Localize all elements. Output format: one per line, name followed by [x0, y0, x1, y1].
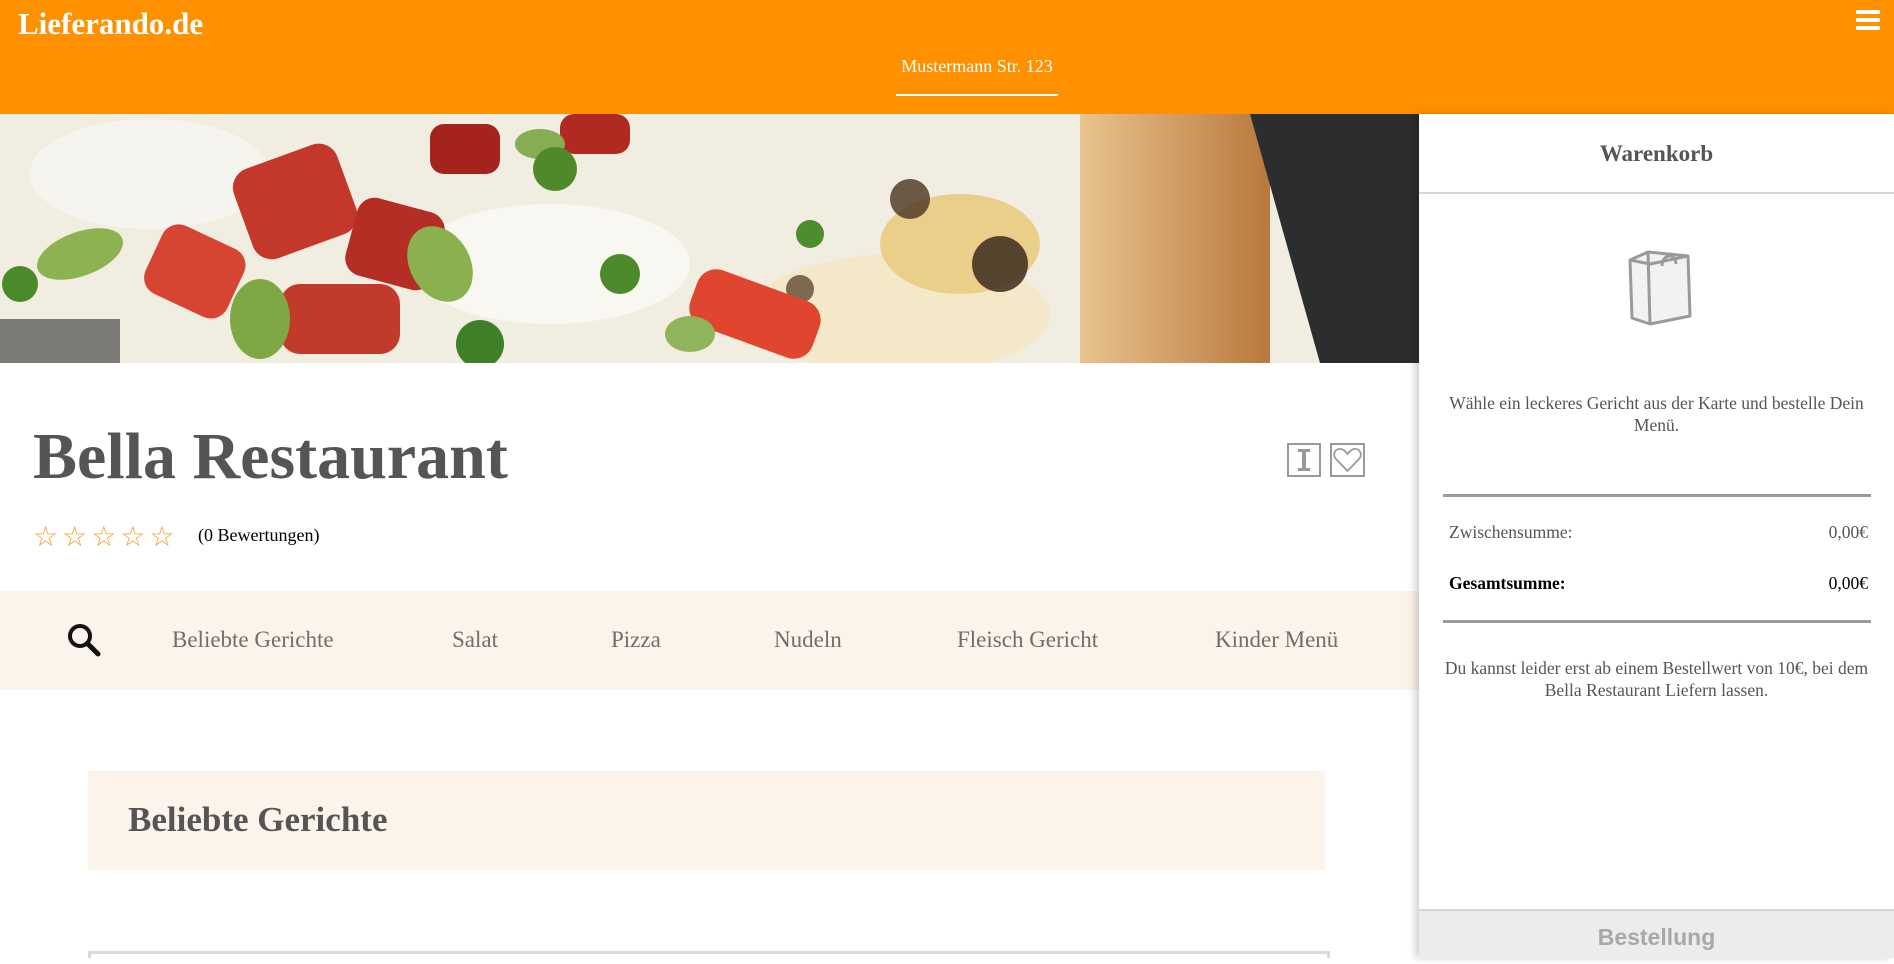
- total-label: Gesamtsumme:: [1449, 573, 1566, 593]
- category-tab-beliebte-gerichte[interactable]: Beliebte Gerichte: [172, 627, 334, 653]
- rating-stars[interactable]: ☆☆☆☆☆: [33, 520, 179, 554]
- cart-title: Warenkorb: [1419, 114, 1894, 194]
- subtotal-value: 0,00€: [1828, 522, 1868, 542]
- cart-divider-bottom: [1443, 620, 1871, 623]
- info-icon[interactable]: [1287, 443, 1321, 477]
- search-icon[interactable]: [66, 622, 102, 658]
- dish-card[interactable]: [88, 951, 1330, 958]
- shopping-bag-icon: [1624, 246, 1698, 328]
- category-tab-pizza[interactable]: Pizza: [611, 627, 661, 653]
- category-tab-nudeln[interactable]: Nudeln: [774, 627, 842, 653]
- minimum-order-note: Du kannst leider erst ab einem Bestellwe…: [1444, 658, 1869, 700]
- category-tab-salat[interactable]: Salat: [452, 627, 498, 653]
- cart-panel: Warenkorb Wähle ein leckeres Gericht aus…: [1419, 114, 1894, 958]
- subtotal-label: Zwischensumme:: [1449, 522, 1573, 542]
- site-logo[interactable]: Lieferando.de: [18, 6, 203, 42]
- total-value: 0,00€: [1828, 573, 1868, 593]
- rating-count[interactable]: (0 Bewertungen): [198, 525, 319, 546]
- top-header: Lieferando.de Mustermann Str. 123: [0, 0, 1894, 114]
- cart-empty-hint: Wähle ein leckeres Gericht aus der Karte…: [1449, 393, 1864, 435]
- hamburger-menu-icon[interactable]: [1856, 10, 1880, 30]
- pizza-hero-image: [0, 114, 1419, 363]
- cart-divider-top: [1443, 494, 1871, 497]
- category-tab-kinder-menu[interactable]: Kinder Menü: [1215, 627, 1338, 653]
- category-tab-fleisch-gericht[interactable]: Fleisch Gericht: [957, 627, 1098, 653]
- delivery-address[interactable]: Mustermann Str. 123: [896, 56, 1058, 96]
- restaurant-name: Bella Restaurant: [33, 420, 508, 493]
- order-button[interactable]: Bestellung: [1419, 909, 1894, 958]
- heart-icon[interactable]: [1330, 443, 1365, 477]
- section-title: Beliebte Gerichte: [128, 800, 388, 839]
